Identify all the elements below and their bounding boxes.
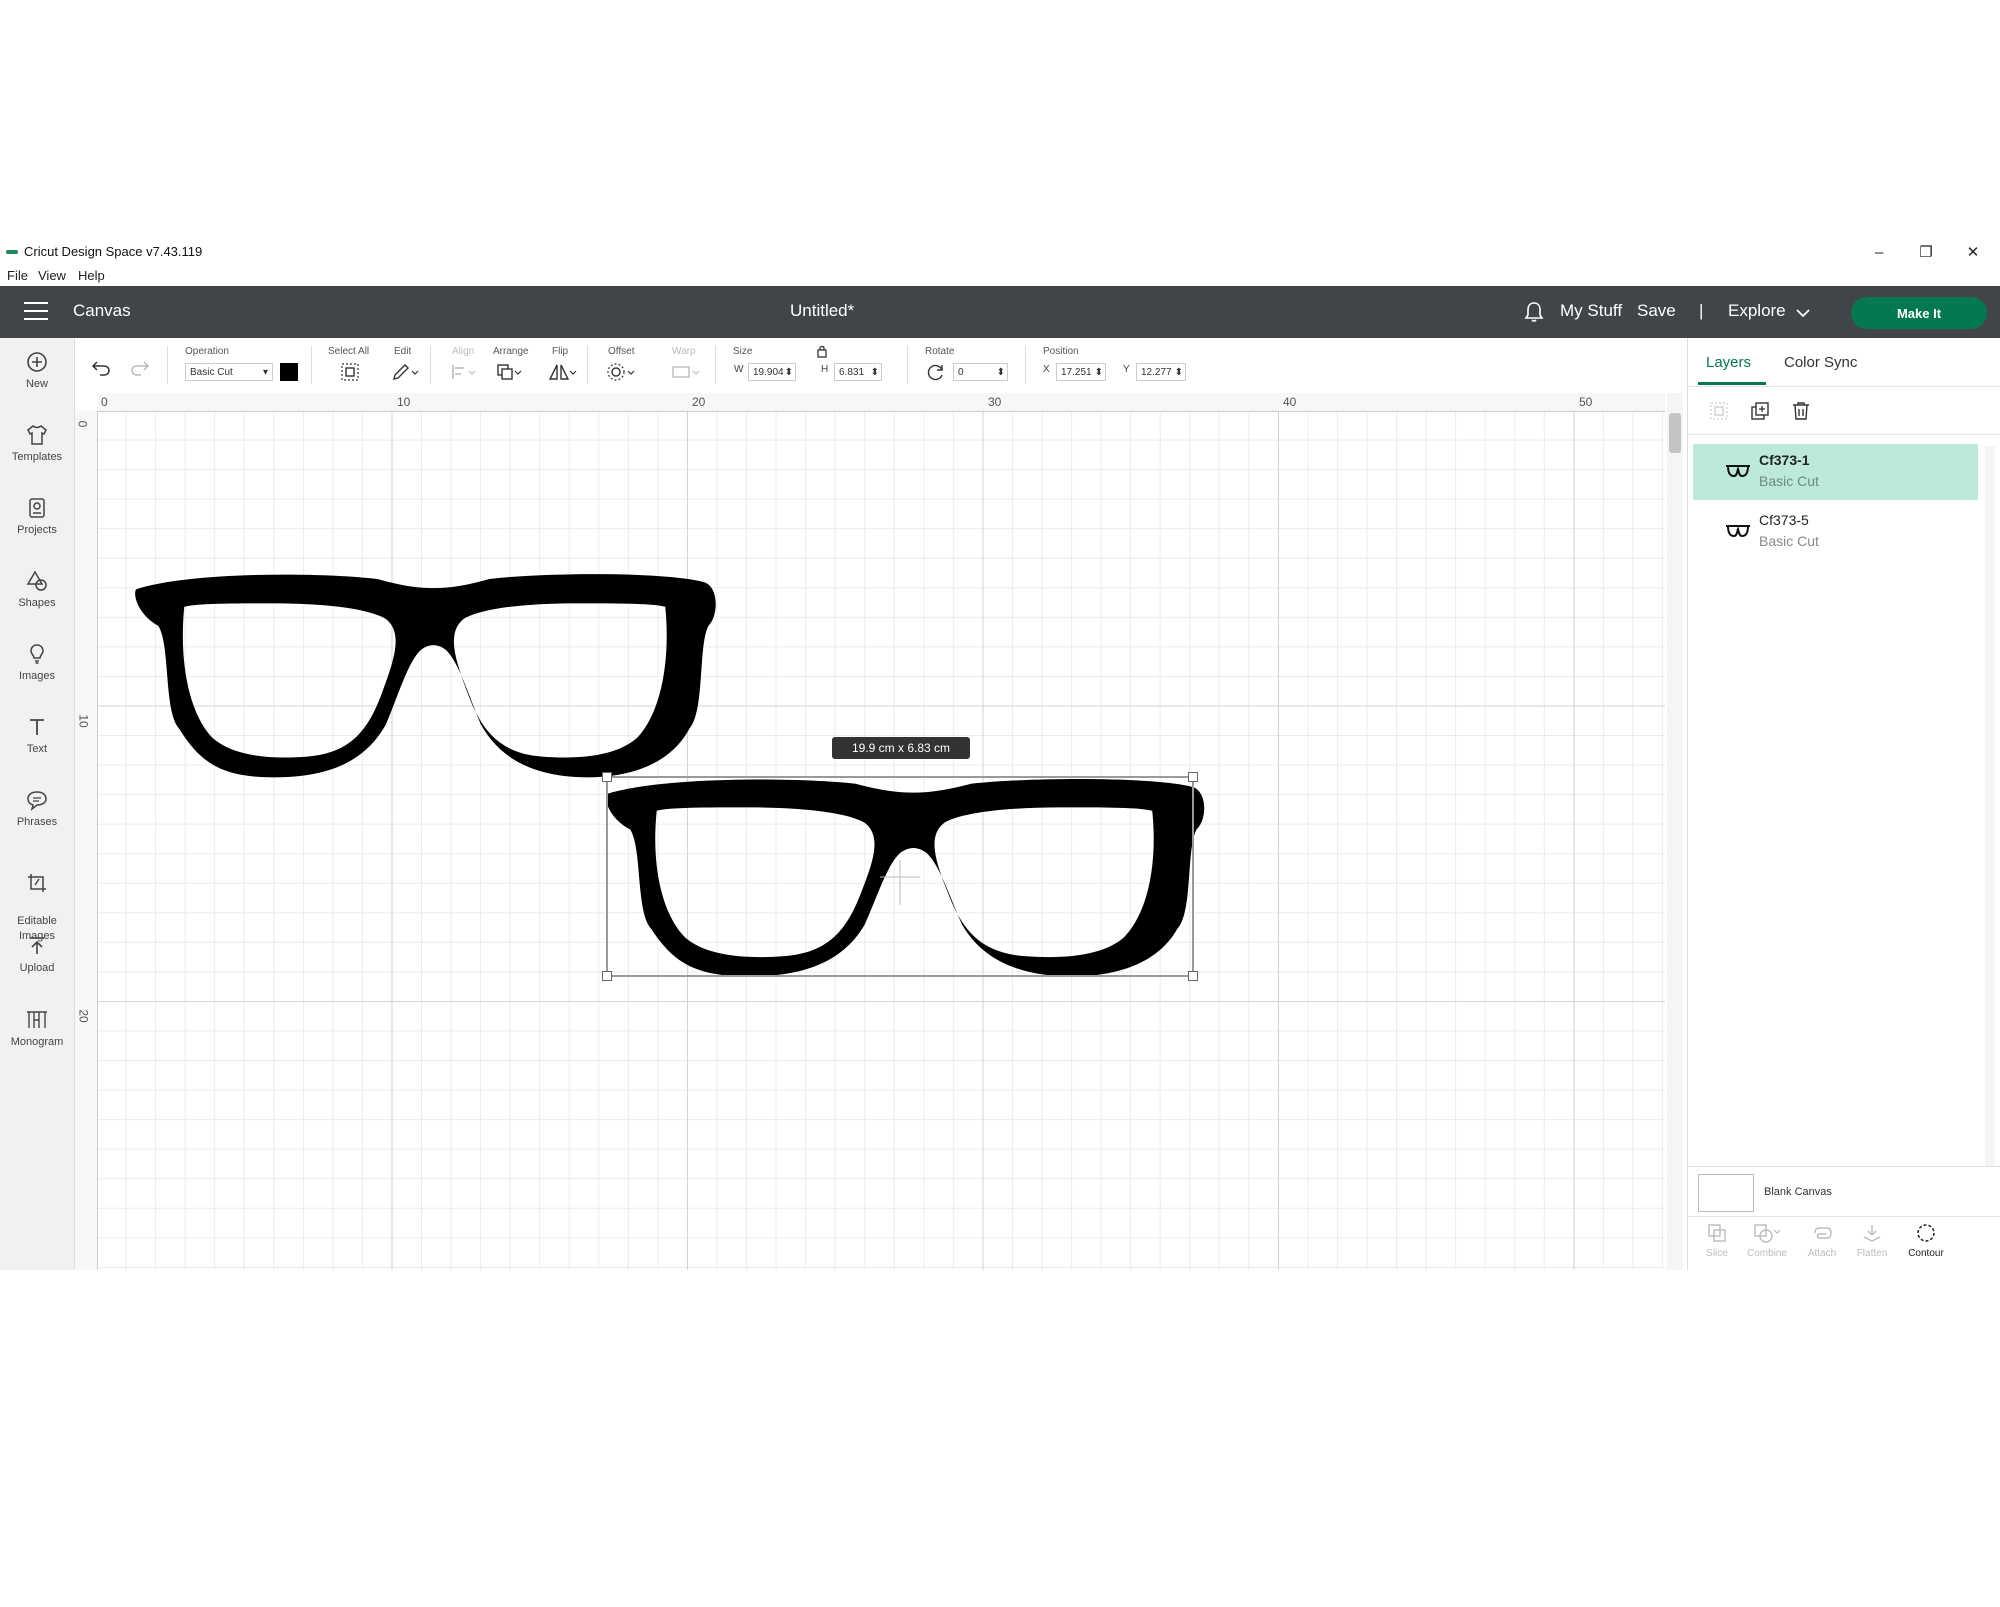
selection-box[interactable] <box>602 772 1198 981</box>
trash-icon[interactable] <box>1790 400 1812 422</box>
combine-icon <box>1754 1224 1781 1243</box>
contour-icon <box>1917 1224 1935 1242</box>
selection-handle-top-left[interactable] <box>602 772 612 782</box>
attach-label: Attach <box>1807 1248 1837 1259</box>
selection-handle-bottom-right[interactable] <box>1188 971 1198 981</box>
layer-operation: Basic Cut <box>1759 533 1819 549</box>
layer-name: Cf373-5 <box>1759 512 1809 528</box>
tab-color-sync[interactable]: Color Sync <box>1784 354 1857 371</box>
blank-canvas-label: Blank Canvas <box>1764 1186 1832 1198</box>
selection-handle-bottom-left[interactable] <box>602 971 612 981</box>
contour-label: Contour <box>1908 1248 1944 1259</box>
tab-layers[interactable]: Layers <box>1706 354 1751 371</box>
duplicate-icon[interactable] <box>1749 400 1771 422</box>
attach-button[interactable]: Attach <box>1797 1222 1847 1259</box>
slice-icon <box>1708 1224 1726 1242</box>
active-tab-indicator <box>1698 382 1766 385</box>
layer-operation: Basic Cut <box>1759 473 1819 489</box>
glasses-shape-cf373-5 <box>135 574 716 778</box>
contour-button[interactable]: Contour <box>1901 1222 1951 1259</box>
glasses-thumbnail-icon <box>1726 525 1750 538</box>
slice-label: Slice <box>1706 1248 1728 1259</box>
canvas-scrollbar[interactable] <box>1667 393 1683 1270</box>
layers-scrollbar[interactable] <box>1985 446 1995 1166</box>
combine-button[interactable]: Combine <box>1742 1222 1792 1259</box>
glasses-thumbnail-icon <box>1726 465 1750 478</box>
attach-paperclip-icon <box>1814 1227 1832 1239</box>
group-icon[interactable] <box>1708 400 1730 422</box>
flatten-label: Flatten <box>1856 1248 1888 1259</box>
layer-row-cf373-1[interactable]: Cf373-1 Basic Cut <box>1693 444 1978 500</box>
scrollbar-thumb[interactable] <box>1669 413 1681 453</box>
layer-name: Cf373-1 <box>1759 452 1810 468</box>
size-tooltip: 19.9 cm x 6.83 cm <box>832 737 970 759</box>
flatten-icon <box>1863 1225 1881 1242</box>
layer-row-cf373-5[interactable]: Cf373-5 Basic Cut <box>1693 504 1978 560</box>
flatten-button[interactable]: Flatten <box>1847 1222 1897 1259</box>
selection-handle-top-right[interactable] <box>1188 772 1198 782</box>
combine-label: Combine <box>1746 1248 1788 1259</box>
blank-canvas-swatch[interactable] <box>1698 1174 1754 1212</box>
slice-button[interactable]: Slice <box>1692 1222 1742 1259</box>
